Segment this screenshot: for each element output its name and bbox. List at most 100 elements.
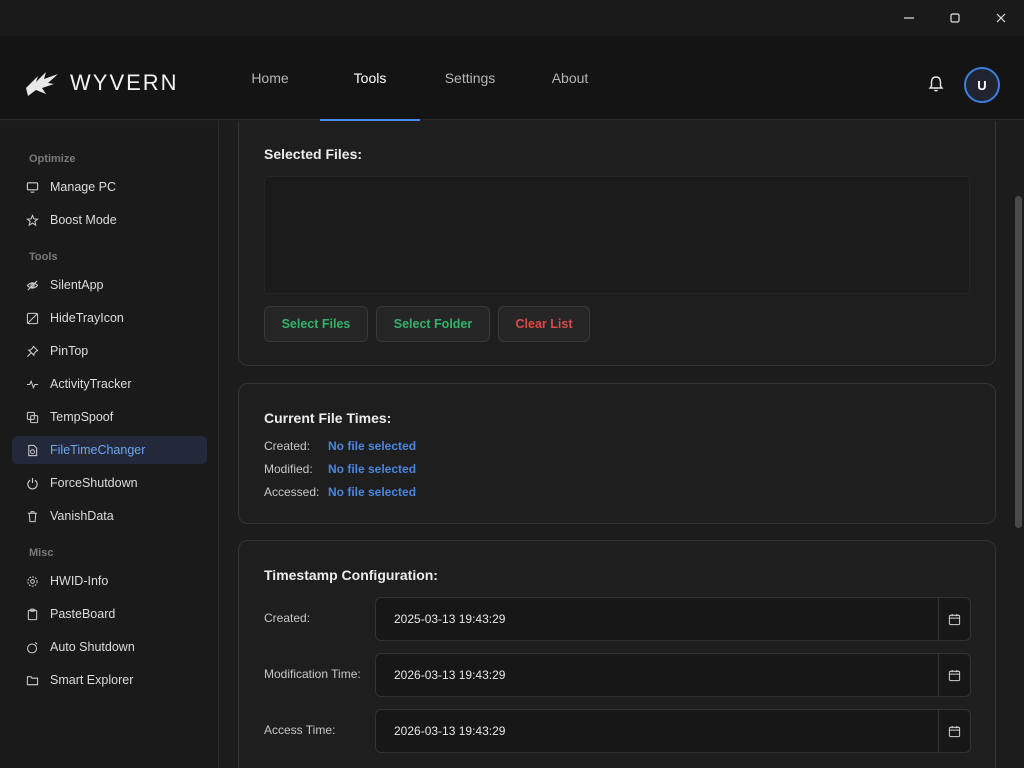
notifications-button[interactable] [926, 74, 946, 94]
avatar-initial: U [977, 77, 987, 93]
copy-icon [26, 411, 39, 424]
content-scrollbar-thumb[interactable] [1015, 196, 1022, 528]
created-label: Created: [264, 439, 311, 453]
sidebar-item-label: ActivityTracker [50, 377, 132, 391]
sidebar-item-forceshutdown[interactable]: ForceShutdown [12, 469, 207, 497]
modification-time-label: Modification Time: [264, 667, 361, 681]
sidebar-item-label: Manage PC [50, 180, 117, 194]
tab-settings-label: Settings [444, 70, 496, 86]
maximize-button[interactable] [932, 0, 978, 36]
minimize-button[interactable] [886, 0, 932, 36]
sidebar-item-label: HWID-Info [50, 574, 109, 588]
access-datetime-input[interactable]: 2026-03-13 19:43:29 [375, 709, 971, 753]
calendar-icon [948, 613, 961, 625]
modified-value: No file selected [328, 462, 417, 476]
access-datetime-value: 2026-03-13 19:43:29 [394, 724, 506, 738]
eye-off-icon [26, 279, 39, 292]
timer-power-icon [26, 641, 39, 654]
sidebar-section-misc: Misc [29, 547, 54, 559]
calendar-icon [948, 669, 961, 681]
modification-calendar-button[interactable] [938, 654, 970, 696]
activity-icon [26, 378, 39, 391]
app-logo: WYVERN [24, 68, 179, 98]
timestamp-config-title: Timestamp Configuration: [264, 567, 438, 583]
tab-tools-label: Tools [353, 70, 387, 86]
trash-icon [26, 510, 39, 523]
tab-settings[interactable]: Settings [420, 36, 520, 120]
selected-files-card: Selected Files: Select Files Select Fold… [238, 121, 996, 366]
created-datetime-value: 2025-03-13 19:43:29 [394, 612, 506, 626]
created-datetime-input[interactable]: 2025-03-13 19:43:29 [375, 597, 971, 641]
sidebar-section-tools: Tools [29, 251, 58, 263]
close-icon [996, 13, 1006, 23]
tab-home[interactable]: Home [220, 36, 320, 120]
current-file-times-card: Current File Times: Created: No file sel… [238, 383, 996, 524]
power-icon [26, 477, 39, 490]
sidebar-item-tempspoof[interactable]: TempSpoof [12, 403, 207, 431]
sidebar-item-label: VanishData [50, 509, 114, 523]
calendar-icon [948, 725, 961, 737]
sidebar-item-boost-mode[interactable]: Boost Mode [12, 206, 207, 234]
tab-about[interactable]: About [520, 36, 620, 120]
sidebar-item-pintop[interactable]: PinTop [12, 337, 207, 365]
created-time-label: Created: [264, 611, 311, 625]
created-value: No file selected [328, 439, 417, 453]
sidebar-item-hwid-info[interactable]: HWID-Info [12, 567, 207, 595]
sidebar-item-label: Auto Shutdown [50, 640, 135, 654]
sidebar-item-label: FileTimeChanger [50, 443, 146, 457]
sidebar-item-label: PinTop [50, 344, 89, 358]
sidebar-item-smart-explorer[interactable]: Smart Explorer [12, 666, 207, 694]
current-file-times-title: Current File Times: [264, 410, 392, 426]
select-files-button[interactable]: Select Files [264, 306, 368, 342]
accessed-label: Accessed: [264, 485, 320, 499]
sidebar-item-label: Smart Explorer [50, 673, 134, 687]
bell-icon [928, 76, 944, 92]
sidebar-item-label: HideTrayIcon [50, 311, 124, 325]
sidebar-item-pasteboard[interactable]: PasteBoard [12, 600, 207, 628]
modification-datetime-value: 2026-03-13 19:43:29 [394, 668, 506, 682]
sidebar-item-filetimechanger[interactable]: FileTimeChanger [12, 436, 207, 464]
sidebar-item-label: TempSpoof [50, 410, 114, 424]
tab-about-label: About [551, 70, 589, 86]
timestamp-config-card: Timestamp Configuration: Created: 2025-0… [238, 540, 996, 768]
sidebar-item-silentapp[interactable]: SilentApp [12, 271, 207, 299]
sidebar: Optimize Manage PC Boost Mode Tools Sile… [0, 121, 219, 768]
modified-label: Modified: [264, 462, 313, 476]
selected-files-title: Selected Files: [264, 146, 363, 162]
wyvern-logo-icon [26, 72, 58, 96]
sidebar-item-manage-pc[interactable]: Manage PC [12, 173, 207, 201]
clear-list-button[interactable]: Clear List [498, 306, 590, 342]
sidebar-section-optimize: Optimize [29, 153, 76, 165]
tab-home-label: Home [251, 70, 289, 86]
main-content: Selected Files: Select Files Select Fold… [220, 121, 1012, 768]
sidebar-item-label: Boost Mode [50, 213, 117, 227]
sidebar-item-label: SilentApp [50, 278, 104, 292]
close-button[interactable] [978, 0, 1024, 36]
pin-icon [26, 345, 39, 358]
monitor-icon [26, 181, 39, 194]
maximize-icon [950, 13, 960, 23]
sidebar-item-activitytracker[interactable]: ActivityTracker [12, 370, 207, 398]
tray-hide-icon [26, 312, 39, 325]
sidebar-item-auto-shutdown[interactable]: Auto Shutdown [12, 633, 207, 661]
access-time-label: Access Time: [264, 723, 336, 737]
sidebar-item-label: ForceShutdown [50, 476, 138, 490]
brand-name: WYVERN [70, 70, 179, 95]
sidebar-item-hidetrayicon[interactable]: HideTrayIcon [12, 304, 207, 332]
folder-icon [26, 674, 39, 687]
sidebar-item-label: PasteBoard [50, 607, 116, 621]
user-avatar[interactable]: U [964, 67, 1000, 103]
select-folder-button[interactable]: Select Folder [376, 306, 490, 342]
file-clock-icon [26, 444, 39, 457]
gear-icon [26, 575, 39, 588]
modification-datetime-input[interactable]: 2026-03-13 19:43:29 [375, 653, 971, 697]
created-calendar-button[interactable] [938, 598, 970, 640]
tab-tools[interactable]: Tools [320, 36, 420, 121]
selected-files-list[interactable] [264, 176, 970, 294]
sidebar-item-vanishdata[interactable]: VanishData [12, 502, 207, 530]
minimize-icon [904, 17, 914, 19]
title-bar [0, 0, 1024, 36]
clipboard-icon [26, 608, 39, 621]
accessed-value: No file selected [328, 485, 417, 499]
access-calendar-button[interactable] [938, 710, 970, 752]
